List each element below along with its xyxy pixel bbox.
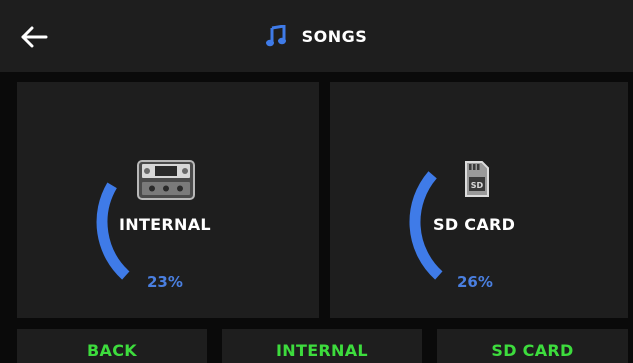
arrow-left-icon[interactable]	[20, 26, 48, 48]
back-button[interactable]: BACK	[17, 329, 207, 363]
sd-card-button[interactable]: SD CARD	[437, 329, 628, 363]
storage-card-sd[interactable]: SD SD CARD 26%	[330, 82, 628, 318]
storage-label: SD CARD	[433, 215, 516, 234]
device-icon	[137, 160, 195, 200]
usage-percent: 23%	[147, 273, 183, 291]
page-title: SONGS	[301, 26, 368, 46]
softkey-bar: BACK INTERNAL SD CARD	[0, 329, 633, 363]
internal-button[interactable]: INTERNAL	[222, 329, 422, 363]
svg-text:SD: SD	[471, 181, 484, 190]
music-note-icon	[265, 25, 286, 47]
header-bar: SONGS	[0, 0, 633, 72]
storage-label: INTERNAL	[119, 215, 211, 234]
sd-card-icon: SD	[465, 161, 489, 197]
storage-card-internal[interactable]: INTERNAL 23%	[17, 82, 319, 318]
songs-screen: SONGS INTERNAL 23% SD SD CARD 26% BACK I…	[0, 0, 633, 363]
usage-percent: 26%	[457, 273, 493, 291]
title-group: SONGS	[0, 0, 633, 72]
